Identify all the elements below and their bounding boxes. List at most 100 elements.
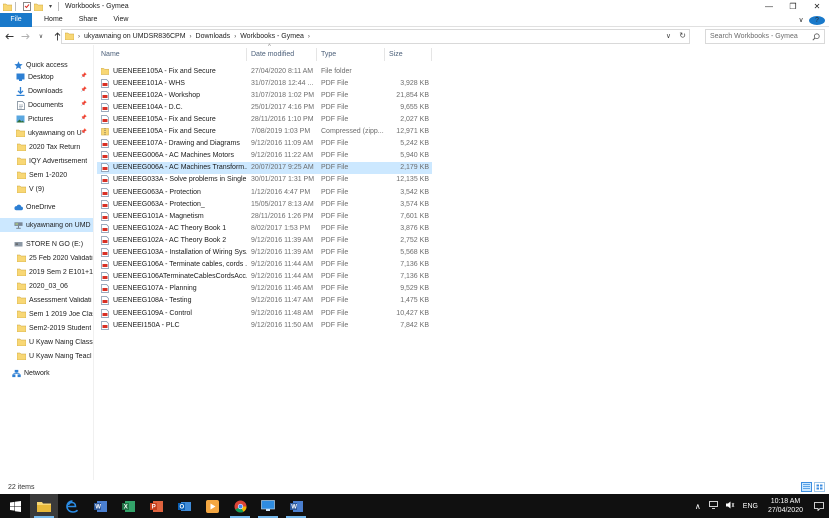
recent-locations-icon[interactable]: ∨ — [34, 30, 48, 44]
sidebar-item-u-kyaw-naing-class[interactable]: U Kyaw Naing Class — [0, 335, 93, 349]
notification-icon[interactable] — [809, 494, 829, 518]
taskbar-edge[interactable] — [58, 494, 86, 518]
file-row[interactable]: UEENEEG063A - Protection 1/12/2016 4:47 P… — [97, 186, 432, 198]
column-date-modified[interactable]: Date modified — [247, 48, 317, 61]
sidebar-item-ukyawnaing-on-u[interactable]: ukyawnaing on U 📌 — [0, 126, 93, 140]
taskbar-word-2[interactable]: W — [282, 494, 310, 518]
large-icons-view-button[interactable] — [814, 482, 825, 492]
expand-ribbon-button[interactable]: ∨ — [793, 16, 809, 24]
breadcrumb-downloads[interactable]: Downloads — [196, 33, 231, 40]
sidebar-item-pictures[interactable]: Pictures 📌 — [0, 112, 93, 126]
sidebar-item-iqy-advertisement[interactable]: IQY Advertisement — [0, 154, 93, 168]
help-icon[interactable]: ? — [809, 15, 825, 25]
column-type[interactable]: Type — [317, 48, 385, 61]
file-row[interactable]: UEENEEG106ATerminateCablesCordsAcc... 9/1… — [97, 271, 432, 283]
address-history-icon[interactable]: ∨ — [666, 32, 671, 40]
file-row[interactable]: UEENEEG101A - Magnetism 28/11/2016 1:26 P… — [97, 210, 432, 222]
pin-icon[interactable]: 📌 — [81, 115, 87, 121]
sidebar-item-sem-1-2019-joe-clas[interactable]: Sem 1 2019 Joe Clas — [0, 307, 93, 321]
pin-icon[interactable]: 📌 — [81, 73, 87, 79]
file-row[interactable]: UEENEEG107A - Planning 9/12/2016 11:46 AM… — [97, 283, 432, 295]
pane-divider[interactable] — [93, 45, 94, 480]
file-type: PDF File — [321, 188, 349, 196]
sidebar-item-assessment-validati[interactable]: Assessment Validati — [0, 293, 93, 307]
file-row[interactable]: UEENEEG006A - AC Machines Motors 9/12/201… — [97, 150, 432, 162]
file-row[interactable]: UEENEEG108A - Testing 9/12/2016 11:47 AM P… — [97, 295, 432, 307]
chevron-right-icon[interactable]: › — [190, 34, 192, 40]
taskbar-outlook[interactable]: O — [170, 494, 198, 518]
file-row[interactable]: UEENEEG102A - AC Theory Book 1 8/02/2017 … — [97, 222, 432, 234]
new-folder-icon[interactable] — [34, 2, 43, 11]
forward-button[interactable] — [18, 30, 32, 44]
taskbar-remote-desktop[interactable] — [254, 494, 282, 518]
file-row[interactable]: UEENEEG063A - Protection_ 15/05/2017 8:13… — [97, 198, 432, 210]
breadcrumb-share[interactable]: ukyawnaing on UMDSR836CPM — [84, 33, 186, 40]
customize-quick-access-icon[interactable]: ▾ — [46, 2, 55, 11]
sidebar-item-2020-03-06[interactable]: 2020_03_06 — [0, 279, 93, 293]
language-indicator[interactable]: ENG — [743, 503, 758, 510]
file-row[interactable]: UEENEEG109A - Control 9/12/2016 11:48 AM P… — [97, 307, 432, 319]
volume-icon[interactable] — [725, 501, 735, 511]
tab-view[interactable]: View — [109, 13, 132, 27]
taskbar-word[interactable]: W — [86, 494, 114, 518]
column-name[interactable]: Name — [97, 48, 247, 61]
clock[interactable]: 10:18 AM 27/04/2020 — [768, 497, 803, 515]
sidebar-item-ukyawnaing-on-umd[interactable]: ukyawnaing on UMD — [0, 218, 93, 232]
minimize-button[interactable]: — — [757, 0, 781, 13]
pin-icon[interactable]: 📌 — [81, 87, 87, 93]
tab-home[interactable]: Home — [40, 13, 67, 27]
folder-icon[interactable] — [3, 2, 12, 11]
file-row[interactable]: UEENEEG103A - Installation of Wiring Sys… — [97, 247, 432, 259]
taskbar-media-player[interactable] — [198, 494, 226, 518]
sidebar-item-onedrive[interactable]: OneDrive — [0, 200, 93, 214]
sidebar-item-2020-tax-return[interactable]: 2020 Tax Return — [0, 140, 93, 154]
file-row[interactable]: UEENEEE107A - Drawing and Diagrams 9/12/2… — [97, 138, 432, 150]
file-row[interactable]: UEENEEE105A - Fix and Secure 28/11/2016 1… — [97, 113, 432, 125]
sidebar-item-network[interactable]: Network — [0, 366, 93, 380]
file-row[interactable]: UEENEEG106A - Terminate cables, cords ..… — [97, 259, 432, 271]
maximize-button[interactable]: ❐ — [781, 0, 805, 13]
sidebar-item-v-9[interactable]: V (9) — [0, 182, 93, 196]
sidebar-item-25-feb-2020-validati[interactable]: 25 Feb 2020 Validati — [0, 251, 93, 265]
file-row[interactable]: UEENEEE102A - Workshop 31/07/2018 1:02 PM… — [97, 89, 432, 101]
file-row[interactable]: UEENEEE101A - WHS 31/07/2018 12:44 ... PDF… — [97, 77, 432, 89]
taskbar-file-explorer[interactable] — [30, 494, 58, 518]
start-button[interactable] — [0, 494, 30, 518]
sidebar-item-sem2-2019-student[interactable]: Sem2-2019 Student — [0, 321, 93, 335]
tab-share[interactable]: Share — [75, 13, 102, 27]
refresh-icon[interactable]: ↻ — [679, 31, 686, 40]
chevron-right-icon[interactable]: › — [234, 34, 236, 40]
sidebar-item-desktop[interactable]: Desktop 📌 — [0, 70, 93, 84]
sidebar-item-sem-1-2020[interactable]: Sem 1-2020 — [0, 168, 93, 182]
column-size[interactable]: Size — [385, 48, 432, 61]
pin-icon[interactable]: 📌 — [81, 101, 87, 107]
file-row[interactable]: UEENEEG033A - Solve problems in Single..… — [97, 174, 432, 186]
pin-icon[interactable]: 📌 — [81, 129, 87, 135]
search-input[interactable]: Search Workbooks - Gymea — [705, 29, 825, 44]
file-row[interactable]: UEENEEI150A - PLC 9/12/2016 11:50 AM PDF F… — [97, 319, 432, 331]
file-row[interactable]: UEENEEE104A - D.C. 25/01/2017 4:16 PM PDF … — [97, 101, 432, 113]
address-bar[interactable]: › ukyawnaing on UMDSR836CPM › Downloads … — [61, 29, 690, 44]
taskbar-powerpoint[interactable]: P — [142, 494, 170, 518]
network-icon[interactable] — [708, 501, 718, 511]
sidebar-item-store-n-go-e[interactable]: STORE N GO (E:) — [0, 237, 93, 251]
file-row[interactable]: UEENEEE105A - Fix and Secure 27/04/2020 8… — [97, 65, 432, 77]
file-row[interactable]: UEENEEG006A - AC Machines Transform... 20… — [97, 161, 432, 174]
taskbar-excel[interactable]: X — [114, 494, 142, 518]
file-row[interactable]: UEENEEE105A - Fix and Secure 7/08/2019 1:… — [97, 126, 432, 138]
sidebar-item-documents[interactable]: Documents 📌 — [0, 98, 93, 112]
sidebar-item-downloads[interactable]: Downloads 📌 — [0, 84, 93, 98]
chevron-right-icon[interactable]: › — [308, 34, 310, 40]
sidebar-item-2019-sem-2-e101-1[interactable]: 2019 Sem 2 E101+1( — [0, 265, 93, 279]
breadcrumb-workbooks[interactable]: Workbooks - Gymea — [240, 33, 304, 40]
close-button[interactable]: ✕ — [805, 0, 829, 13]
file-row[interactable]: UEENEEG102A - AC Theory Book 2 9/12/2016 … — [97, 234, 432, 246]
properties-icon[interactable] — [22, 2, 31, 11]
chevron-up-icon[interactable]: ∧ — [695, 502, 701, 511]
chevron-right-icon[interactable]: › — [78, 34, 80, 40]
tab-file[interactable]: File — [0, 12, 32, 27]
details-view-button[interactable] — [801, 482, 812, 492]
taskbar-chrome[interactable] — [226, 494, 254, 518]
back-button[interactable] — [2, 30, 16, 44]
sidebar-item-u-kyaw-naing-teacl[interactable]: U Kyaw Naing Teacl — [0, 349, 93, 363]
